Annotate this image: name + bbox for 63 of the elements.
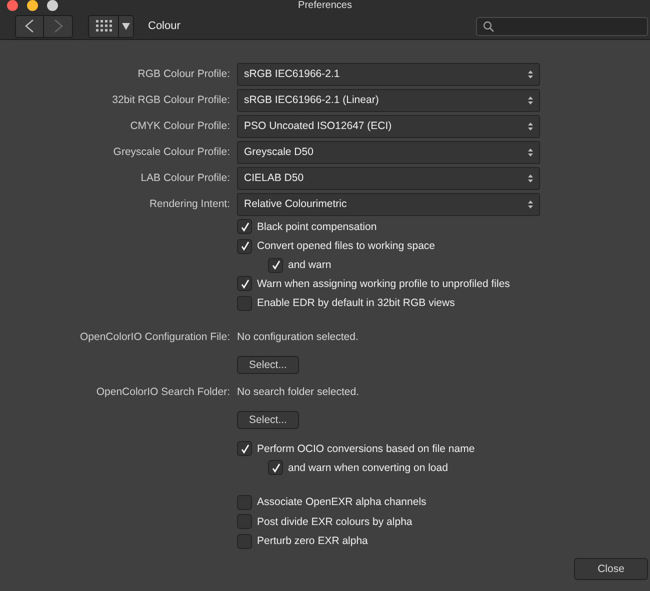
checkbox-label: Black point compensation [257, 220, 377, 233]
checkbox-label: Perturb zero EXR alpha [257, 535, 368, 548]
checkbox-label: Associate OpenEXR alpha channels [257, 496, 426, 508]
field-label: OpenColorIO Configuration File: [79, 331, 230, 343]
field-label: LAB Colour Profile: [140, 172, 230, 184]
profile-dropdown[interactable]: CIELAB D50 [237, 166, 540, 190]
up-down-arrows-icon [528, 200, 533, 208]
up-down-arrows-icon [528, 174, 533, 182]
checkmark-icon [270, 260, 280, 270]
checkbox[interactable] [268, 460, 283, 475]
profile-dropdown[interactable]: sRGB IEC61966-2.1 [237, 62, 540, 86]
checkmark-icon [240, 444, 250, 454]
checkbox[interactable] [237, 514, 252, 530]
checkbox-label: Post divide EXR colours by alpha [257, 516, 412, 528]
zoom-window-icon[interactable] [47, 0, 58, 11]
checkmark-icon [270, 462, 280, 472]
up-down-arrows-icon [528, 122, 533, 130]
checkbox-label: Convert opened files to working space [257, 240, 436, 252]
checkbox[interactable] [237, 441, 252, 456]
select-button[interactable]: Select... [237, 356, 299, 374]
field-label: CMYK Colour Profile: [129, 120, 230, 132]
checkmark-icon [240, 278, 250, 289]
window-title: Preferences [298, 0, 352, 12]
grid-icon [96, 20, 112, 32]
field-value: No configuration selected. [237, 331, 358, 343]
checkbox[interactable] [268, 258, 283, 272]
up-down-arrows-icon [528, 70, 533, 78]
checkbox[interactable] [237, 534, 252, 549]
grid-view-button[interactable] [89, 16, 119, 36]
checkbox[interactable] [237, 494, 252, 510]
checkbox-label: Perform OCIO conversions based on file name [257, 442, 475, 455]
profile-dropdown[interactable]: Greyscale D50 [237, 140, 540, 164]
search-field[interactable] [476, 16, 648, 36]
field-label: OpenColorIO Search Folder: [95, 386, 230, 398]
field-value: No search folder selected. [237, 386, 359, 398]
profile-dropdown[interactable]: sRGB IEC61966-2.1 (Linear) [237, 88, 540, 112]
field-label: Rendering Intent: [148, 198, 230, 210]
field-label: 32bit RGB Colour Profile: [111, 94, 230, 106]
checkmark-icon [240, 241, 250, 252]
checkbox[interactable] [237, 276, 252, 292]
close-window-icon[interactable] [7, 0, 18, 11]
profile-dropdown[interactable]: PSO Uncoated ISO12647 (ECI) [237, 114, 540, 138]
up-down-arrows-icon [528, 96, 533, 104]
checkbox-label: and warn [288, 259, 332, 271]
checkbox-label: and warn when converting on load [288, 462, 448, 474]
checkbox-label: Enable EDR by default in 32bit RGB views [257, 297, 455, 310]
up-down-arrows-icon [528, 148, 533, 156]
select-button[interactable]: Select... [237, 410, 299, 428]
profile-dropdown[interactable]: Relative Colourimetric [237, 192, 540, 216]
field-label: Greyscale Colour Profile: [112, 146, 230, 158]
field-label: RGB Colour Profile: [136, 68, 230, 80]
checkbox[interactable] [237, 296, 252, 311]
checkbox-label: Warn when assigning working profile to unprofiled files [257, 278, 510, 290]
dropdown-button[interactable] [119, 16, 133, 36]
search-icon [483, 20, 494, 32]
checkmark-icon [240, 222, 250, 232]
caret-icon [122, 22, 130, 30]
minimize-window-icon[interactable] [27, 0, 38, 11]
back-button[interactable] [16, 16, 44, 36]
close-button[interactable]: Close [574, 558, 648, 580]
checkbox[interactable] [237, 238, 252, 254]
section-title: Colour [148, 20, 180, 32]
checkbox[interactable] [237, 219, 252, 234]
